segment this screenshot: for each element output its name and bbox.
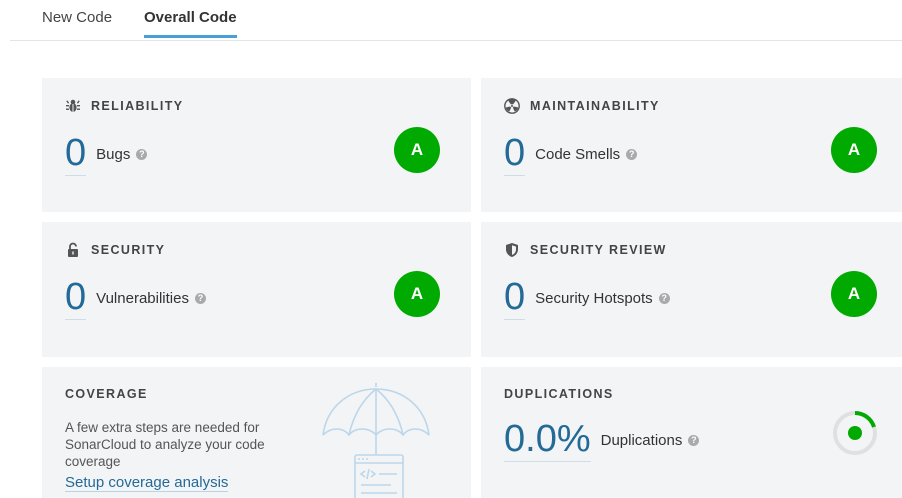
security-review-card: SECURITY REVIEW 0 Security Hotspots ? A — [481, 222, 902, 357]
reliability-rating[interactable]: A — [394, 127, 440, 173]
shield-icon — [504, 242, 520, 258]
radiation-icon — [504, 98, 520, 114]
maintainability-metric: 0 Code Smells ? — [504, 133, 638, 176]
security-review-metric: 0 Security Hotspots ? — [504, 277, 670, 320]
code-smells-label: Code Smells — [535, 146, 621, 163]
tab-new-code[interactable]: New Code — [42, 9, 112, 36]
vulnerabilities-count[interactable]: 0 — [65, 277, 87, 320]
security-review-rating[interactable]: A — [831, 271, 877, 317]
duplications-title: DUPLICATIONS — [504, 387, 614, 401]
tabs-bar: New Code Overall Code — [10, 0, 902, 41]
tab-overall-code[interactable]: Overall Code — [144, 9, 237, 38]
duplications-label: Duplications — [600, 432, 683, 449]
duplications-card: DUPLICATIONS 0.0% Duplications ? — [481, 367, 902, 498]
security-review-title: SECURITY REVIEW — [504, 242, 667, 258]
security-card: SECURITY 0 Vulnerabilities ? A — [42, 222, 471, 357]
duplication-donut-icon[interactable] — [831, 409, 879, 457]
maintainability-rating[interactable]: A — [831, 127, 877, 173]
bugs-label: Bugs — [96, 146, 131, 163]
maintainability-card: MAINTAINABILITY 0 Code Smells ? A — [481, 78, 902, 212]
reliability-card: RELIABILITY 0 Bugs ? A — [42, 78, 471, 212]
help-icon[interactable]: ? — [658, 293, 670, 304]
vulnerabilities-label: Vulnerabilities — [96, 290, 189, 307]
help-icon[interactable]: ? — [136, 149, 148, 160]
help-icon[interactable]: ? — [626, 149, 638, 160]
security-metric: 0 Vulnerabilities ? — [65, 277, 206, 320]
duplications-metric: 0.0% Duplications ? — [504, 419, 700, 462]
security-hotspots-label: Security Hotspots — [535, 290, 653, 307]
coverage-title: COVERAGE — [65, 387, 148, 401]
duplications-value[interactable]: 0.0% — [504, 419, 591, 462]
bugs-count[interactable]: 0 — [65, 133, 87, 176]
security-hotspots-count[interactable]: 0 — [504, 277, 526, 320]
maintainability-title: MAINTAINABILITY — [504, 98, 660, 114]
security-title: SECURITY — [65, 242, 165, 258]
lock-icon — [65, 242, 81, 258]
reliability-title: RELIABILITY — [65, 98, 183, 114]
coverage-card: COVERAGE A few extra steps are needed fo… — [42, 367, 471, 498]
setup-coverage-link[interactable]: Setup coverage analysis — [65, 474, 229, 492]
security-rating[interactable]: A — [394, 271, 440, 317]
reliability-metric: 0 Bugs ? — [65, 133, 148, 176]
coverage-description: A few extra steps are needed for SonarCl… — [65, 420, 265, 469]
help-icon[interactable]: ? — [194, 293, 206, 304]
umbrella-code-icon — [322, 383, 430, 498]
help-icon[interactable]: ? — [688, 435, 700, 446]
code-smells-count[interactable]: 0 — [504, 133, 526, 176]
bug-icon — [65, 98, 81, 114]
